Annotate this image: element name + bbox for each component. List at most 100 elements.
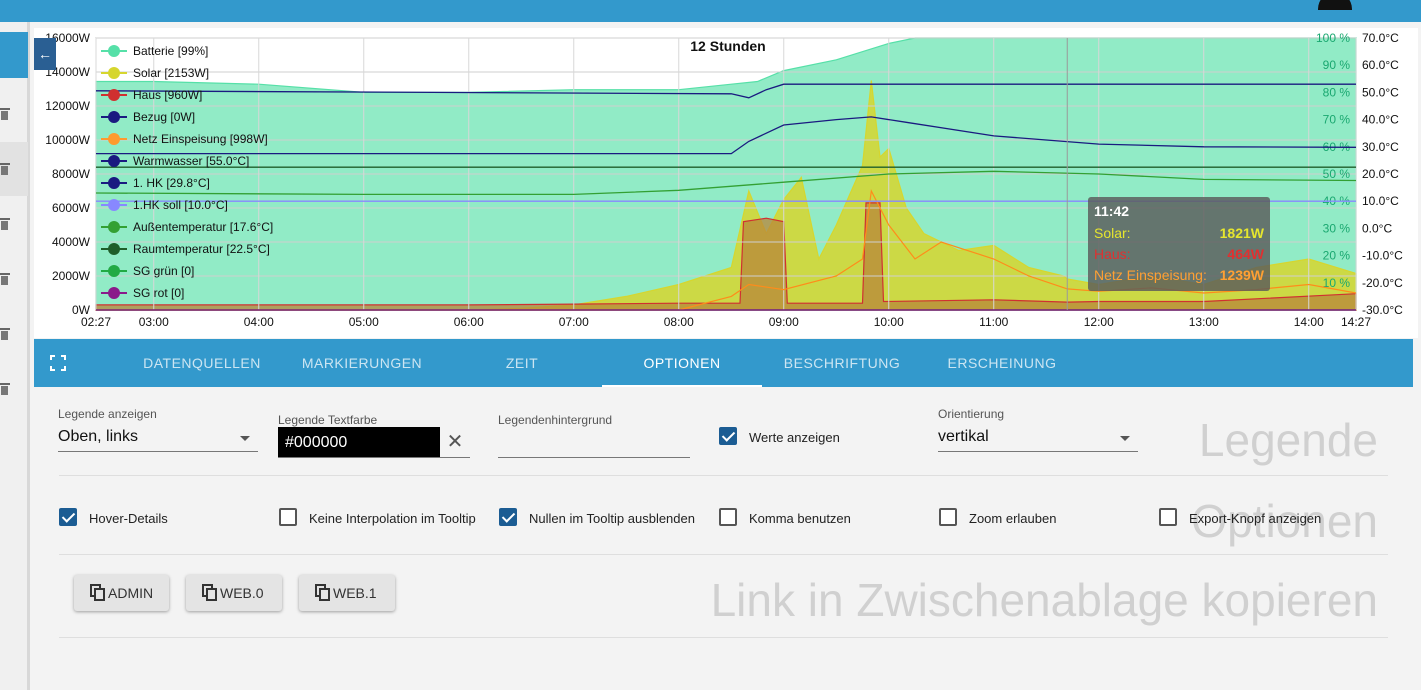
y-temp-tick-label: 40.0°C (1362, 113, 1399, 127)
legend-show-label: Legende anzeigen (58, 407, 157, 421)
hover-details-checkbox[interactable] (59, 508, 77, 526)
collapse-panel-button[interactable]: ← (34, 38, 56, 70)
y-left-tick-label: 2000W (52, 269, 91, 283)
legend-dot-icon (108, 133, 120, 145)
chart-legend: Batterie [99%] Solar [2153W] Haus [960W] Be… (97, 40, 273, 304)
legend-dot-icon (108, 155, 120, 167)
delete-icon[interactable] (0, 218, 10, 230)
legend-entry[interactable]: 1.HK soll [10.0°C] (97, 194, 273, 216)
y-pct-tick-label: 90 % (1323, 58, 1351, 72)
x-tick-label: 08:00 (664, 315, 694, 329)
clear-icon[interactable]: ✕ (444, 431, 466, 453)
export-button-checkbox[interactable] (1159, 508, 1177, 526)
hide-nulls-checkbox[interactable] (499, 508, 517, 526)
delete-icon[interactable] (0, 108, 10, 120)
legend-dot-icon (108, 177, 120, 189)
delete-icon[interactable] (0, 383, 10, 395)
legend-entry[interactable]: Außentemperatur [17.6°C] (97, 216, 273, 238)
legend-entry[interactable]: Bezug [0W] (97, 106, 273, 128)
copy-button-label: WEB.0 (220, 585, 264, 601)
legend-entry[interactable]: 1. HK [29.8°C] (97, 172, 273, 194)
x-tick-label: 14:00 (1294, 315, 1324, 329)
x-tick-label: 07:00 (559, 315, 589, 329)
y-left-tick-label: 8000W (52, 167, 91, 181)
hover-details-label: Hover-Details (89, 511, 168, 526)
dropdown-caret-icon (240, 436, 250, 441)
y-temp-tick-label: 50.0°C (1362, 85, 1399, 99)
legend-label: 1. HK [29.8°C] (133, 176, 210, 190)
user-avatar[interactable] (1318, 0, 1352, 10)
no-interpolation-checkbox[interactable] (279, 508, 297, 526)
settings-tab-bar: DATENQUELLEN MARKIERUNGEN ZEIT OPTIONEN … (34, 339, 1413, 387)
legend-label: Außentemperatur [17.6°C] (133, 220, 274, 234)
tooltip-value: 1821W (1219, 225, 1264, 241)
legend-label: Warmwasser [55.0°C] (133, 154, 250, 168)
orientation-select[interactable]: vertikal (938, 425, 1138, 452)
x-tick-label: 13:00 (1189, 315, 1219, 329)
chart-area[interactable]: 16000W 14000W 12000W 10000W 8000W 6000W 4000W 2… (34, 28, 1418, 338)
legend-textcolor-input[interactable]: #000000 (278, 427, 440, 458)
x-tick-label: 12:00 (1084, 315, 1114, 329)
copy-link-web1-button[interactable]: WEB.1 (299, 575, 395, 611)
y-pct-tick-label: 30 % (1323, 221, 1351, 235)
copy-link-web0-button[interactable]: WEB.0 (186, 575, 282, 611)
y-pct-tick-label: 80 % (1323, 85, 1351, 99)
y-temp-tick-label: -10.0°C (1362, 249, 1403, 263)
legend-entry[interactable]: Batterie [99%] (97, 40, 273, 62)
tab-datenquellen[interactable]: DATENQUELLEN (122, 339, 282, 387)
left-sidebar (0, 22, 30, 690)
y-temp-tick-label: 60.0°C (1362, 58, 1399, 72)
section-title-link: Link in Zwischenablage kopieren (710, 574, 1378, 626)
legend-entry[interactable]: SG grün [0] (97, 260, 273, 282)
legend-dot-icon (108, 221, 120, 233)
y-left-tick-label: 12000W (45, 99, 90, 113)
legend-entry[interactable]: Raumtemperatur [22.5°C] (97, 238, 273, 260)
divider (59, 554, 1388, 555)
legend-label: Raumtemperatur [22.5°C] (133, 242, 270, 256)
tooltip-time: 11:42 (1094, 203, 1130, 219)
legend-dot-icon (108, 111, 120, 123)
legend-entry[interactable]: SG rot [0] (97, 282, 273, 304)
legend-label: 1.HK soll [10.0°C] (133, 198, 228, 212)
tab-optionen[interactable]: OPTIONEN (602, 339, 762, 387)
legend-entry[interactable]: Warmwasser [55.0°C] (97, 150, 273, 172)
tooltip-row: Solar: 1821W (1094, 223, 1264, 244)
x-tick-label: 10:00 (874, 315, 904, 329)
tooltip-value: 464W (1227, 246, 1264, 262)
y-left-tick-label: 6000W (52, 201, 91, 215)
x-tick-label: 06:00 (454, 315, 484, 329)
copy-button-label: WEB.1 (333, 585, 377, 601)
y-pct-tick-label: 100 % (1316, 31, 1350, 45)
y-pct-tick-label: 50 % (1323, 167, 1351, 181)
show-values-checkbox[interactable] (719, 427, 737, 445)
legend-entry[interactable]: Solar [2153W] (97, 62, 273, 84)
delete-icon[interactable] (0, 163, 10, 175)
legend-entry[interactable]: Haus [960W] (97, 84, 273, 106)
tab-erscheinung[interactable]: ERSCHEINUNG (922, 339, 1082, 387)
use-comma-label: Komma benutzen (749, 511, 851, 526)
sidebar-active-tab[interactable] (0, 32, 28, 78)
tab-zeit[interactable]: ZEIT (442, 339, 602, 387)
copy-icon (90, 584, 106, 602)
delete-icon[interactable] (0, 273, 10, 285)
legend-label: Haus [960W] (133, 88, 203, 102)
fullscreen-icon[interactable] (50, 355, 66, 371)
orientation-label: Orientierung (938, 407, 1005, 421)
legend-textcolor-label: Legende Textfarbe (278, 413, 378, 427)
legend-label: Netz Einspeisung [998W] (133, 132, 268, 146)
legend-position-select[interactable]: Oben, links (58, 425, 258, 452)
tab-beschriftung[interactable]: BESCHRIFTUNG (762, 339, 922, 387)
delete-icon[interactable] (0, 328, 10, 340)
allow-zoom-checkbox[interactable] (939, 508, 957, 526)
tooltip-value: 1239W (1219, 267, 1264, 283)
copy-link-admin-button[interactable]: ADMIN (74, 575, 169, 611)
tab-markierungen[interactable]: MARKIERUNGEN (282, 339, 442, 387)
divider (59, 475, 1388, 476)
show-values-label: Werte anzeigen (749, 430, 840, 445)
use-comma-checkbox[interactable] (719, 508, 737, 526)
legend-bg-input[interactable] (498, 431, 690, 458)
x-tick-label: 09:00 (769, 315, 799, 329)
y-temp-tick-label: 0.0°C (1362, 221, 1392, 235)
y-temp-tick-label: -20.0°C (1362, 276, 1403, 290)
legend-entry[interactable]: Netz Einspeisung [998W] (97, 128, 273, 150)
